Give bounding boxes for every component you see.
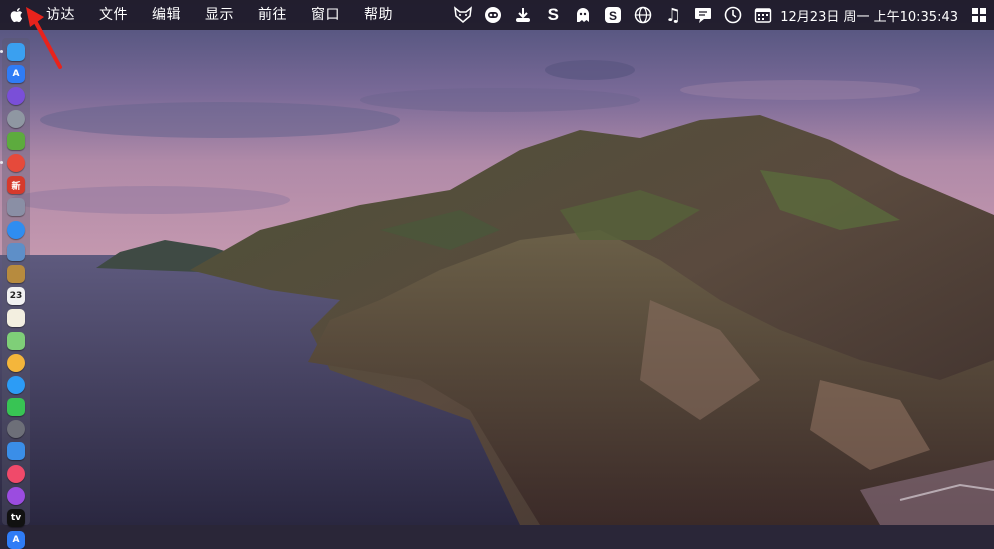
running-indicator — [0, 161, 3, 165]
status-area: S S ♫ 12月23日 周一 上午10:35:43 — [448, 0, 994, 30]
fox-icon[interactable] — [451, 0, 475, 30]
dock-item-launchpad[interactable] — [7, 109, 25, 128]
dock-item-safari[interactable] — [7, 220, 25, 239]
desktop-wallpaper — [0, 0, 994, 525]
dock-item-label: A — [12, 69, 20, 80]
download-tray-icon[interactable] — [511, 0, 535, 30]
music-note-icon[interactable]: ♫ — [661, 0, 685, 30]
robot-face-icon[interactable] — [481, 0, 505, 30]
menu-clock[interactable]: 12月23日 周一 上午10:35:43 — [780, 6, 958, 25]
menu-go[interactable]: 前往 — [246, 0, 299, 30]
dock-item-facetime[interactable] — [7, 398, 25, 417]
menu-help[interactable]: 帮助 — [352, 0, 405, 30]
menu-window[interactable]: 窗口 — [299, 0, 352, 30]
dock-item-label: tv — [10, 513, 22, 524]
dock-item-music[interactable] — [7, 464, 25, 483]
grid-icon[interactable] — [967, 0, 991, 30]
menu-file[interactable]: 文件 — [87, 0, 140, 30]
dock-item-apple-tv[interactable]: tv — [7, 509, 25, 528]
dock-item-app-store-2[interactable]: A — [7, 531, 25, 549]
menu-bar: 访达 文件 编辑 显示 前往 窗口 帮助 S S ♫ 12月23日 周一 上午1… — [0, 0, 994, 30]
dock-item-podcasts[interactable] — [7, 486, 25, 505]
running-indicator — [0, 50, 3, 54]
menu-edit[interactable]: 编辑 — [140, 0, 193, 30]
dock-item-notes[interactable] — [7, 309, 25, 328]
s-app-icon[interactable]: S — [541, 0, 565, 30]
dock-item-notebook[interactable] — [7, 264, 25, 283]
dock-item-android-studio[interactable] — [7, 131, 25, 150]
menu-view[interactable]: 显示 — [193, 0, 246, 30]
dock: A 新 23 tv A — [0, 38, 30, 549]
dock-item-label: 23 — [9, 291, 23, 302]
calendar-icon[interactable] — [751, 0, 775, 30]
dock-item-siri[interactable] — [7, 87, 25, 106]
dock-item-text-app[interactable]: 新 — [7, 176, 25, 195]
dock-item-calendar[interactable]: 23 — [7, 287, 25, 306]
dock-item-label: 新 — [11, 181, 21, 192]
ghost-icon[interactable] — [571, 0, 595, 30]
chat-display-icon[interactable] — [691, 0, 715, 30]
s-rounded-app-icon[interactable]: S — [601, 0, 625, 30]
dock-item-photos[interactable] — [7, 353, 25, 372]
dock-item-preview[interactable] — [7, 242, 25, 261]
globe-icon[interactable] — [631, 0, 655, 30]
dock-item-label: A — [12, 535, 20, 546]
time-machine-icon[interactable] — [721, 0, 745, 30]
svg-text:S: S — [609, 9, 617, 23]
dock-item-system-preferences[interactable] — [7, 420, 25, 439]
dock-item-chrome[interactable] — [0, 154, 25, 173]
dock-item-disk-utility[interactable] — [7, 198, 25, 217]
dock-item-maps[interactable] — [7, 331, 25, 350]
dock-item-keynote[interactable] — [7, 442, 25, 461]
dock-item-messages[interactable] — [7, 375, 25, 394]
dock-item-finder[interactable] — [0, 43, 25, 62]
dock-item-app-store[interactable]: A — [7, 65, 25, 84]
